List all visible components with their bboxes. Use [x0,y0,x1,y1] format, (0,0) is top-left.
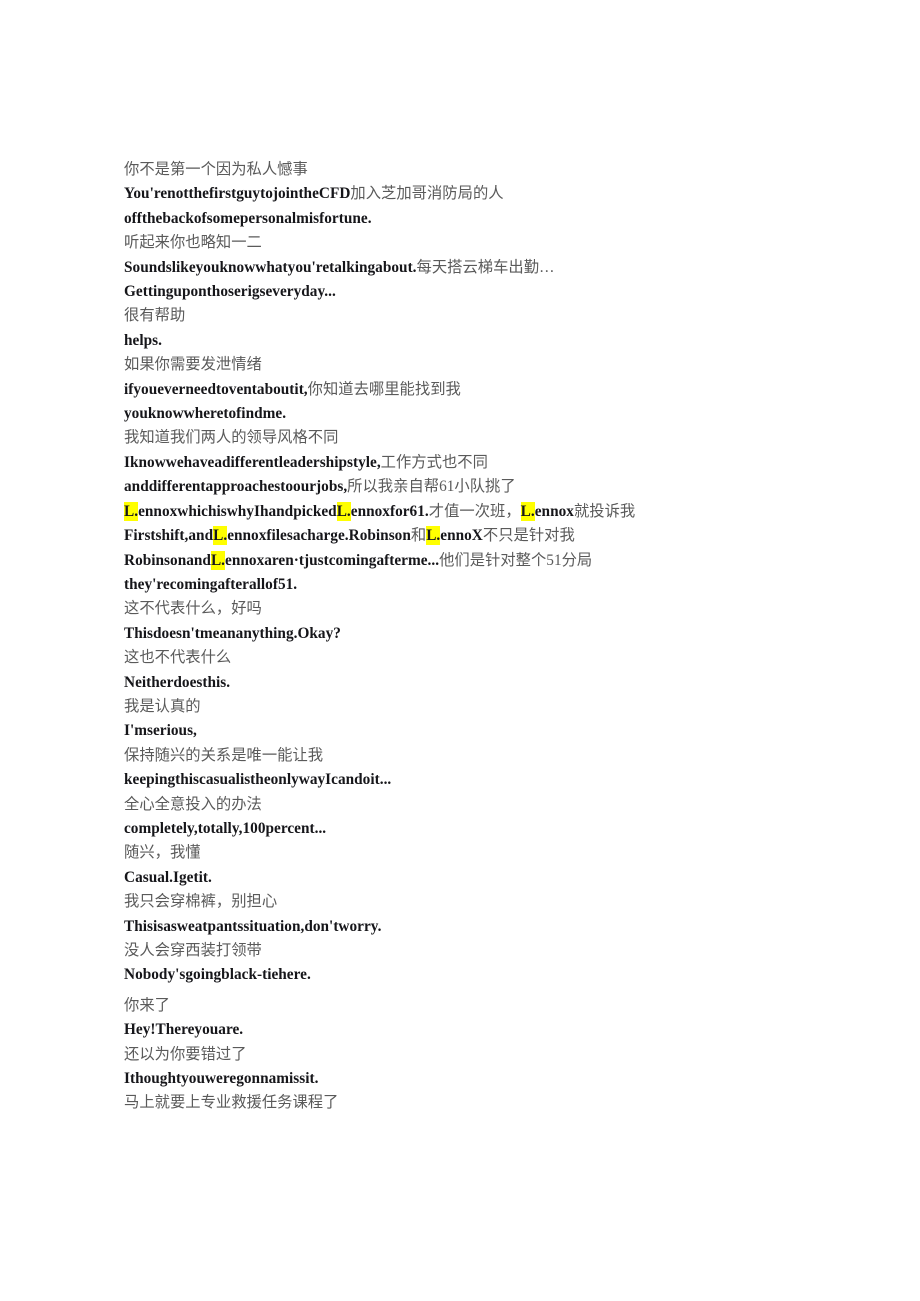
transcript-line: 还以为你要错过了 [124,1045,247,1063]
transcript-line: Firstshift,andL.ennoxfilesacharge.Robins… [124,524,824,548]
transcript-line: 保持随兴的关系是唯一能让我 [124,746,324,764]
line-translation-text: 每天搭云梯车出勤… [416,258,555,276]
transcript-line: 你不是第一个因为私人憾事 [124,161,308,178]
transcript-line: 马上就要上专业救援任务课程了 [124,1094,339,1112]
line-original-text: ennoxfilesacharge.Robinson [227,527,411,545]
line-original-text: ennoxfor61. [350,502,429,520]
transcript-line: 随兴，我懂 [124,844,201,862]
line-translation-text: 你知道去哪里能找到我 [307,380,461,398]
transcript-line: offthebackofsomepersonalmisfortune. [124,209,372,227]
transcript-line: 如果你需要发泄情绪 [124,356,262,374]
transcript-line: they'recomingafterallof51. [124,575,298,593]
transcript-line: Thisisasweatpantssituation,don'tworry. [124,917,382,935]
transcript-line: youknowwheretofindme. [124,405,287,423]
line-translation-text: 就投诉我 [573,502,636,520]
transcript-line: 这不代表什么，好吗 [124,600,262,618]
transcript-line: Thisdoesn'tmeananything.Okay? [124,624,341,642]
transcript-line: helps. [124,331,162,349]
line-translation-text: 所以我亲自帮61小队挑了 [347,478,516,496]
line-original-text: ennoxwhichiswhyIhandpicked [138,502,337,520]
line-translation-text: 才值一次班， [428,502,521,520]
line-original-text: ifyoueverneedtoventaboutit, [124,380,308,398]
highlighted-name-prefix: L. [210,550,226,570]
transcript-line: Neitherdoesthis. [124,673,231,691]
transcript-line: 全心全意投入的办法 [124,795,262,813]
transcript-line: anddifferentapproachestoourjobs,所以我亲自帮61… [124,475,824,499]
transcript-line: 我知道我们两人的领导风格不同 [124,429,339,447]
transcript-line: L.ennoxwhichiswhyIhandpickedL.ennoxfor61… [124,500,824,524]
transcript-line: 你来了 [124,996,170,1014]
line-original-text: Soundslikeyouknowwhatyou'retalkingabout. [124,258,417,276]
document-page: 你不是第一个因为私人憾事 You'renotthefirstguytojointh… [0,0,920,1301]
line-translation-text: 他们是针对整个51分局 [439,551,593,569]
transcript-line: 我只会穿棉裤，别担心 [124,893,278,911]
transcript-line: keepingthiscasualistheonlywayIcandoit... [124,771,392,789]
line-original-text: Firstshift,and [124,527,214,545]
transcript-line: ifyoueverneedtoventaboutit,你知道去哪里能找到我 [124,378,824,402]
transcript-line: 听起来你也略知一二 [124,234,262,252]
transcript-line: Casual.Igetit. [124,868,212,886]
line-original-text: Robinsonand [124,551,211,569]
line-original-text: ennoxaren·tjustcomingafterme... [225,551,440,569]
highlighted-name-prefix: L. [124,501,139,521]
line-translation-text: 和 [410,527,427,545]
transcript-line: 很有帮助 [124,307,186,325]
line-translation-text: 加入芝加哥消防局的人 [350,185,504,203]
highlighted-name-prefix: L. [336,501,351,521]
line-translation-text: 不只是针对我 [482,527,575,545]
transcript-line: Nobody'sgoingblack-tiehere. [124,966,311,984]
transcript-line: Soundslikeyouknowwhatyou'retalkingabout.… [124,256,824,280]
highlighted-name-prefix: L. [520,501,535,521]
transcript-line: RobinsonandL.ennoxaren·tjustcomingafterm… [124,549,824,573]
transcript-line: I'mserious, [124,722,197,740]
transcript-line: You'renotthefirstguytojointheCFD加入芝加哥消防局… [124,182,824,206]
transcript-line: Hey!Thereyouare. [124,1021,244,1039]
highlighted-name-prefix: L. [213,526,228,546]
transcript-line: 没人会穿西装打领带 [124,942,262,959]
line-original-text: anddifferentapproachestoourjobs, [124,478,348,496]
line-original-text: ennoX [440,527,483,545]
transcript-line: 这也不代表什么 [124,649,232,667]
line-original-text: You'renotthefirstguytojointheCFD [124,185,351,203]
transcript-line: Iknowwehaveadifferentleadershipstyle,工作方… [124,451,824,475]
line-original-text: ennox [534,502,574,520]
line-original-text: Iknowwehaveadifferentleadershipstyle, [124,453,381,471]
transcript-line: Ithoughtyouweregonnamissit. [124,1070,319,1088]
transcript-body: 你不是第一个因为私人憾事 You'renotthefirstguytojointh… [124,158,824,1116]
transcript-line: 我是认真的 [124,697,201,715]
transcript-line: completely,totally,100percent... [124,819,327,837]
highlighted-name-prefix: L. [426,526,441,546]
transcript-line: Gettinguponthoserigseveryday... [124,283,336,301]
line-translation-text: 工作方式也不同 [380,453,488,471]
